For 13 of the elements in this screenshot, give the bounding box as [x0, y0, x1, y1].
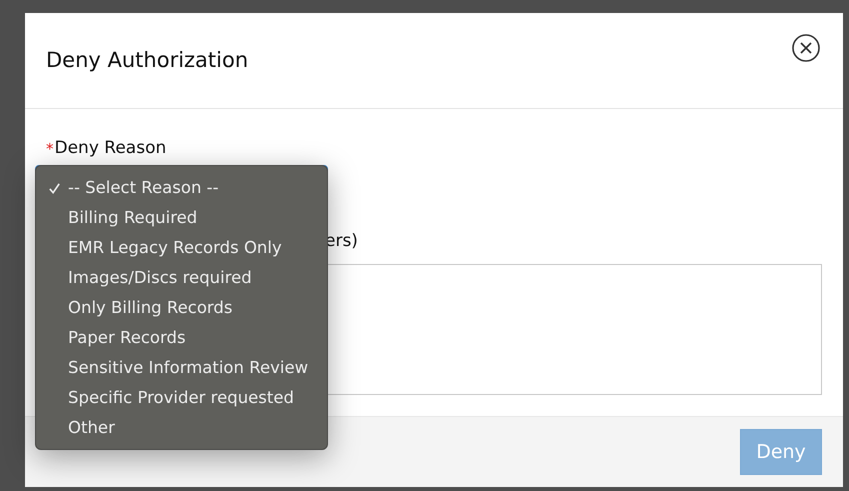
field-label: Deny Reason [54, 137, 166, 160]
dropdown-option[interactable]: Other [36, 413, 327, 443]
dialog-title: Deny Authorization [46, 47, 248, 74]
close-icon[interactable] [791, 32, 821, 62]
dropdown-option[interactable]: Only Billing Records [36, 293, 327, 323]
dropdown-option[interactable]: Images/Discs required [36, 263, 327, 293]
required-asterisk: * [46, 138, 54, 160]
dropdown-option[interactable]: EMR Legacy Records Only [36, 233, 327, 263]
dropdown-option[interactable]: -- Select Reason -- [36, 173, 327, 203]
dropdown-option[interactable]: Sensitive Information Review [36, 353, 327, 383]
dropdown-option[interactable]: Billing Required [36, 203, 327, 233]
dropdown-option[interactable]: Specific Provider requested [36, 383, 327, 413]
dropdown-option[interactable]: Paper Records [36, 323, 327, 353]
